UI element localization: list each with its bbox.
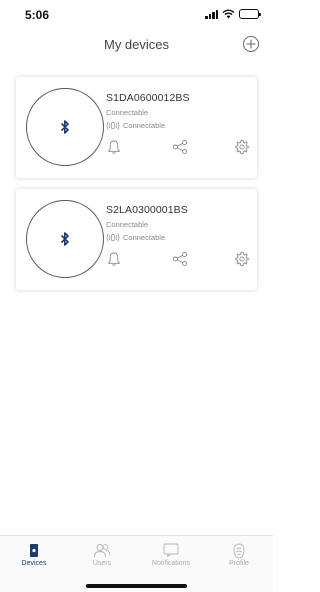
tab-label: Devices [21, 560, 47, 567]
home-indicator [86, 584, 187, 588]
bluetooth-icon [60, 120, 69, 134]
profile-icon [233, 543, 245, 559]
users-icon [94, 544, 111, 558]
notifications-icon [163, 543, 179, 557]
tab-label: Users [92, 560, 112, 567]
wifi-icon [222, 9, 235, 19]
device-card[interactable]: S1DA0600012BS Connectable Connectable [16, 77, 257, 178]
tab-label: Notifications [151, 560, 191, 567]
battery-icon [239, 9, 261, 19]
device-card[interactable]: S2LA0300001BS Connectable Connectable [16, 189, 257, 290]
header: My devices [0, 28, 273, 60]
device-icon [30, 544, 38, 557]
bell-icon[interactable] [106, 251, 122, 267]
device-actions [106, 251, 251, 267]
device-actions [106, 139, 251, 155]
bluetooth-icon [60, 232, 69, 246]
signal-waves-icon [106, 121, 120, 130]
signal-waves-icon [106, 233, 120, 242]
bell-icon[interactable] [106, 139, 122, 155]
tab-label: Profile [229, 560, 249, 567]
connection-status: Connectable [123, 233, 166, 242]
gear-icon[interactable] [234, 251, 250, 267]
share-icon[interactable] [172, 139, 188, 155]
tab-notifications[interactable]: Notifications [137, 536, 205, 576]
status-time: 5:06 [25, 8, 50, 22]
device-avatar [26, 200, 104, 278]
device-avatar [26, 88, 104, 166]
status-icons [205, 9, 261, 19]
cellular-signal-icon [205, 9, 218, 19]
connection-row: Connectable [106, 120, 165, 131]
tab-profile[interactable]: Profile [205, 536, 273, 576]
device-name: S1DA0600012BS [106, 92, 190, 104]
connection-status: Connectable [123, 121, 166, 130]
share-icon[interactable] [172, 251, 188, 267]
page-title: My devices [103, 37, 170, 52]
status-bar: 5:06 [0, 0, 273, 28]
tab-users[interactable]: Users [68, 536, 136, 576]
device-name: S2LA0300001BS [106, 204, 188, 216]
tab-devices[interactable]: Devices [0, 536, 68, 576]
gear-icon[interactable] [234, 139, 250, 155]
device-status: Connectable [106, 220, 149, 229]
add-device-button[interactable] [242, 35, 260, 53]
connection-row: Connectable [106, 232, 165, 243]
device-status: Connectable [106, 108, 149, 117]
